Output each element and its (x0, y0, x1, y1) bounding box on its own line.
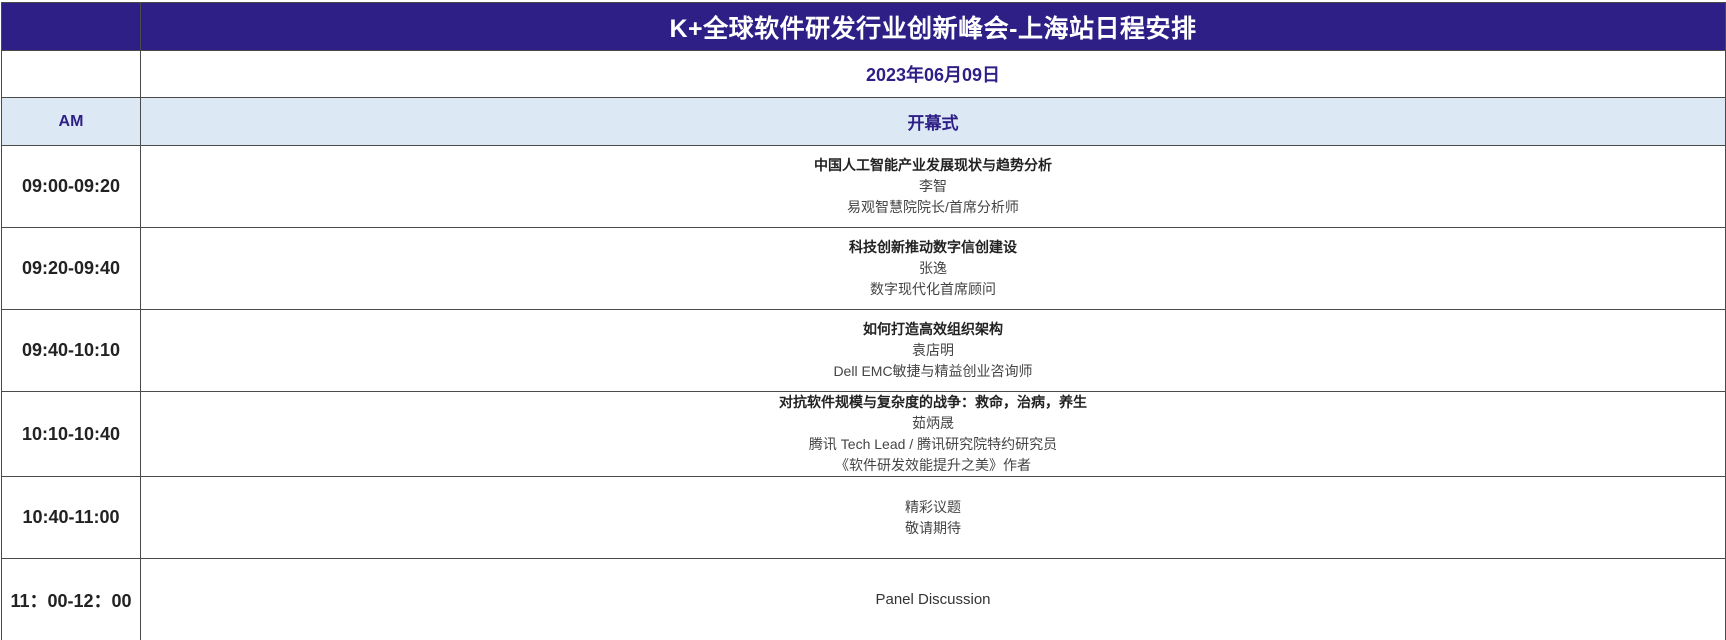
speaker-role: 数字现代化首席顾问 (870, 281, 996, 297)
talk-cell: Panel Discussion (140, 558, 1726, 640)
session-name-cell: 开幕式 (140, 97, 1726, 146)
talk-title: 科技创新推动数字信创建设 (849, 239, 1017, 255)
table-row: 11：00-12：00 Panel Discussion (1, 558, 1726, 640)
talk-title: 对抗软件规模与复杂度的战争：救命，治病，养生 (779, 394, 1087, 410)
date-row: 2023年06月09日 (1, 50, 1726, 98)
speaker-name: 张逸 (919, 260, 947, 276)
session-row: AM 开幕式 (1, 97, 1726, 146)
title-corner-cell (1, 2, 141, 51)
talk-cell: 精彩议题 敬请期待 (140, 476, 1726, 559)
placeholder-note: 敬请期待 (905, 519, 961, 536)
placeholder-topic: 精彩议题 (905, 498, 961, 515)
time-slot: 10:10-10:40 (1, 391, 141, 477)
time-slot: 10:40-11:00 (1, 476, 141, 559)
talk-cell: 对抗软件规模与复杂度的战争：救命，治病，养生 茹炳晟 腾讯 Tech Lead … (140, 391, 1726, 477)
time-slot: 09:20-09:40 (1, 227, 141, 310)
session-period-cell: AM (1, 97, 141, 146)
date-corner-cell (1, 50, 141, 98)
speaker-name: 袁店明 (912, 342, 954, 358)
talk-cell: 中国人工智能产业发展现状与趋势分析 李智 易观智慧院院长/首席分析师 (140, 145, 1726, 228)
event-date: 2023年06月09日 (865, 65, 1001, 85)
speaker-name: 茹炳晟 (912, 415, 954, 431)
panel-discussion: Panel Discussion (875, 591, 991, 608)
talk-title: 中国人工智能产业发展现状与趋势分析 (814, 157, 1052, 173)
table-row: 09:00-09:20 中国人工智能产业发展现状与趋势分析 李智 易观智慧院院长… (1, 145, 1726, 228)
table-row: 10:40-11:00 精彩议题 敬请期待 (1, 476, 1726, 559)
talk-cell: 科技创新推动数字信创建设 张逸 数字现代化首席顾问 (140, 227, 1726, 310)
table-row: 09:40-10:10 如何打造高效组织架构 袁店明 Dell EMC敏捷与精益… (1, 309, 1726, 392)
speaker-role: 易观智慧院院长/首席分析师 (847, 199, 1019, 215)
talk-title: 如何打造高效组织架构 (863, 321, 1003, 337)
speaker-role: 腾讯 Tech Lead / 腾讯研究院特约研究员 (808, 436, 1058, 452)
speaker-role: Dell EMC敏捷与精益创业咨询师 (833, 363, 1033, 379)
title-row: K+全球软件研发行业创新峰会-上海站日程安排 (1, 2, 1726, 51)
talk-cell: 如何打造高效组织架构 袁店明 Dell EMC敏捷与精益创业咨询师 (140, 309, 1726, 392)
schedule-table: K+全球软件研发行业创新峰会-上海站日程安排 2023年06月09日 AM 开幕… (1, 2, 1726, 640)
table-row: 10:10-10:40 对抗软件规模与复杂度的战争：救命，治病，养生 茹炳晟 腾… (1, 391, 1726, 477)
title-cell: K+全球软件研发行业创新峰会-上海站日程安排 (140, 2, 1726, 51)
time-slot: 11：00-12：00 (1, 558, 141, 640)
table-row: 09:20-09:40 科技创新推动数字信创建设 张逸 数字现代化首席顾问 (1, 227, 1726, 310)
session-period: AM (58, 112, 84, 130)
page-title: K+全球软件研发行业创新峰会-上海站日程安排 (669, 14, 1197, 43)
session-name: 开幕式 (907, 114, 959, 133)
date-cell: 2023年06月09日 (140, 50, 1726, 98)
time-slot: 09:40-10:10 (1, 309, 141, 392)
speaker-book: 《软件研发效能提升之美》作者 (835, 457, 1031, 473)
speaker-name: 李智 (919, 178, 947, 194)
time-slot: 09:00-09:20 (1, 145, 141, 228)
